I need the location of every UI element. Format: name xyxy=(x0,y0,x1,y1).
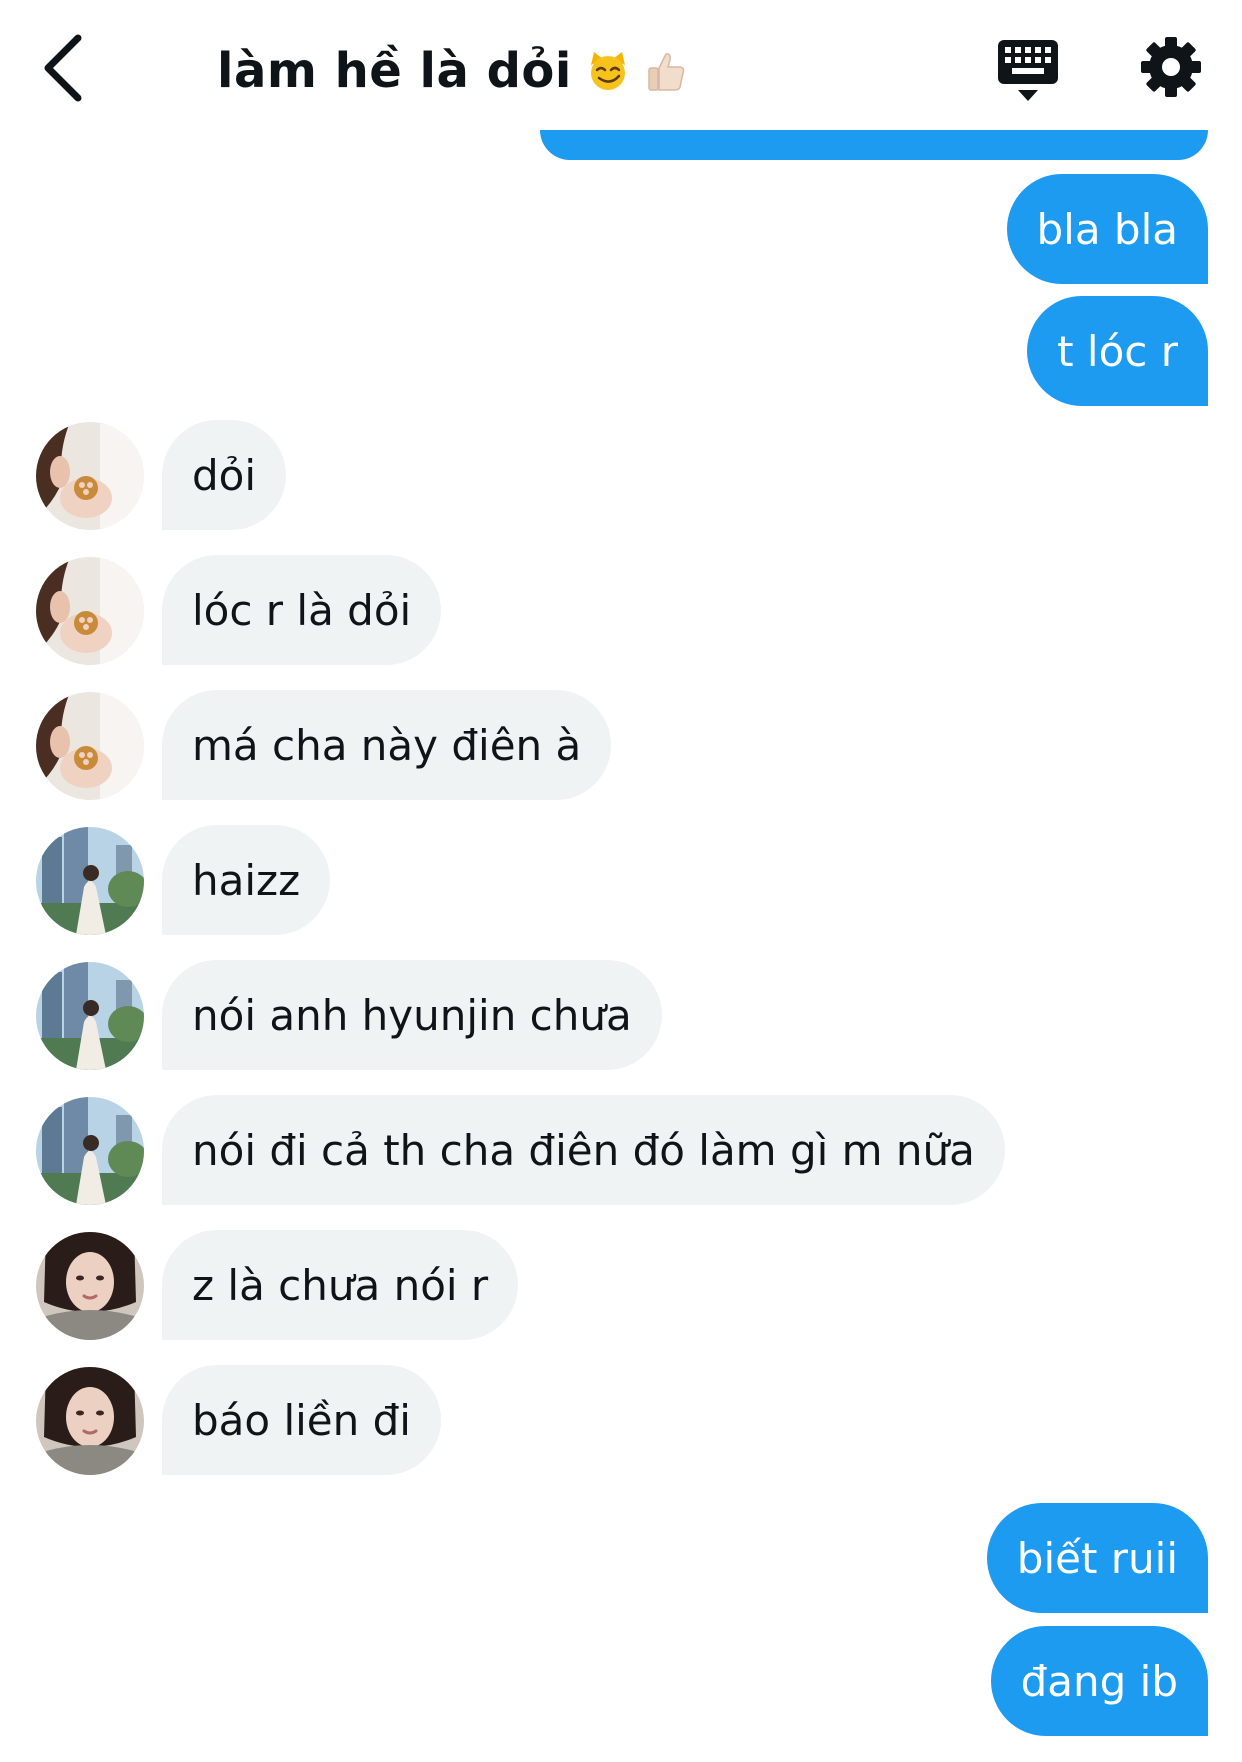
incoming-message-bubble[interactable]: nói đi cả th cha điên đó làm gì m nữa xyxy=(162,1095,1005,1205)
conversation-title-text: làm hề là dỏi xyxy=(217,43,572,99)
partial-outgoing-bubble xyxy=(540,130,1208,160)
message-text: biết ruii xyxy=(1016,1533,1178,1583)
avatar-pretzel[interactable] xyxy=(36,692,144,800)
outgoing-message-bubble[interactable]: biết ruii xyxy=(986,1503,1208,1613)
settings-button[interactable] xyxy=(1140,36,1202,98)
gear-icon xyxy=(1141,37,1201,97)
avatar-pretzel[interactable] xyxy=(36,422,144,530)
message-text: nói anh hyunjin chưa xyxy=(192,990,632,1040)
smirking-cat-emoji xyxy=(586,49,630,93)
avatar-pretzel[interactable] xyxy=(36,557,144,665)
avatar-portrait[interactable] xyxy=(36,1232,144,1340)
message-text: dỏi xyxy=(192,450,257,500)
incoming-message-bubble[interactable]: báo liền đi xyxy=(162,1365,441,1475)
outgoing-message-bubble[interactable]: t lóc r xyxy=(1027,296,1208,406)
message-text: nói đi cả th cha điên đó làm gì m nữa xyxy=(192,1125,975,1175)
keyboard-icon xyxy=(998,40,1058,101)
chevron-left-icon xyxy=(44,34,82,102)
thumbs-up-emoji xyxy=(644,49,688,93)
conversation-header: làm hề là dỏi xyxy=(0,0,1242,140)
message-text: t lóc r xyxy=(1057,326,1178,376)
avatar-city[interactable] xyxy=(36,827,144,935)
incoming-message-bubble[interactable]: dỏi xyxy=(162,420,287,530)
outgoing-message-bubble[interactable]: bla bla xyxy=(1006,174,1208,284)
avatar-city[interactable] xyxy=(36,962,144,1070)
message-text: haizz xyxy=(192,855,301,905)
incoming-message-bubble[interactable]: z là chưa nói r xyxy=(162,1230,519,1340)
message-text: lóc r là dỏi xyxy=(192,585,412,635)
incoming-message-bubble[interactable]: má cha này điên à xyxy=(162,690,612,800)
incoming-message-bubble[interactable]: nói anh hyunjin chưa xyxy=(162,960,662,1070)
avatar-portrait[interactable] xyxy=(36,1367,144,1475)
avatar-city[interactable] xyxy=(36,1097,144,1205)
outgoing-message-bubble[interactable]: đang ib xyxy=(990,1626,1208,1736)
incoming-message-bubble[interactable]: haizz xyxy=(162,825,331,935)
incoming-message-bubble[interactable]: lóc r là dỏi xyxy=(162,555,442,665)
message-text: bla bla xyxy=(1036,204,1178,254)
back-button[interactable] xyxy=(38,30,94,106)
message-text: báo liền đi xyxy=(192,1395,411,1445)
keyboard-button[interactable] xyxy=(996,38,1060,104)
message-text: z là chưa nói r xyxy=(192,1260,489,1310)
message-text: đang ib xyxy=(1020,1656,1178,1706)
conversation-title: làm hề là dỏi xyxy=(217,36,688,106)
message-text: má cha này điên à xyxy=(192,720,582,770)
